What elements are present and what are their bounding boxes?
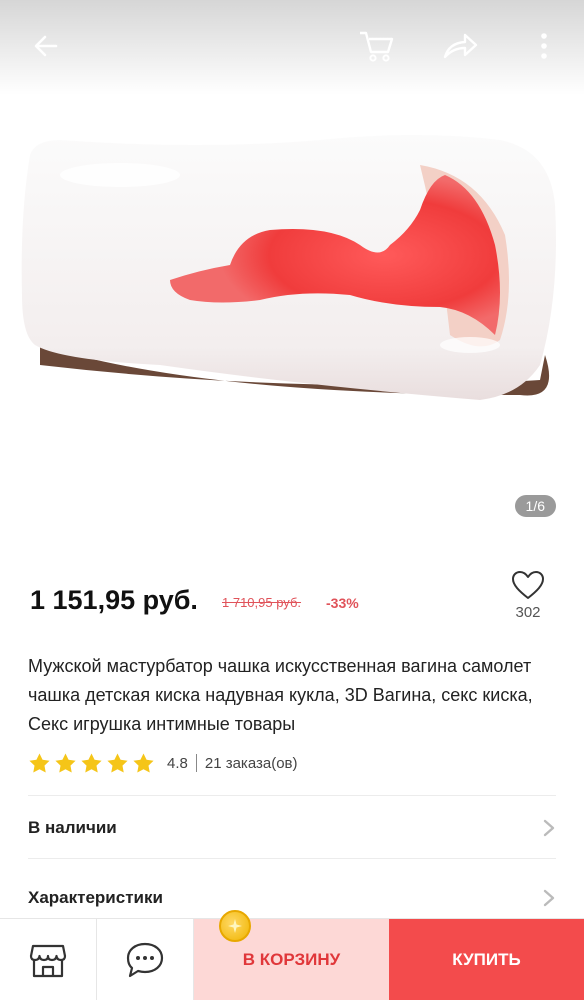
rating-row[interactable]: 4.8 21 заказа(ов) xyxy=(28,750,298,776)
back-button[interactable] xyxy=(22,22,70,70)
divider xyxy=(28,795,556,796)
star-icon xyxy=(133,752,154,773)
price-row: 1 151,95 руб. 1 710,95 руб. -33% 302 xyxy=(30,571,564,635)
star-icon xyxy=(107,752,128,773)
old-price: 1 710,95 руб. xyxy=(222,595,302,610)
store-icon xyxy=(29,944,67,978)
favorite-button[interactable]: 302 xyxy=(498,570,558,621)
orders-count: 21 заказа(ов) xyxy=(204,754,298,772)
more-vertical-icon xyxy=(541,33,547,59)
bottom-action-bar: В КОРЗИНУ КУПИТЬ xyxy=(0,918,584,1000)
product-gallery[interactable]: 1/6 xyxy=(0,0,584,555)
image-counter: 1/6 xyxy=(514,495,556,517)
product-title: Мужской мастурбатор чашка искусственная … xyxy=(28,656,533,734)
star-icon xyxy=(29,752,50,773)
top-bar xyxy=(0,0,584,92)
sparkle-icon xyxy=(228,919,242,933)
star-icon xyxy=(81,752,102,773)
product-image xyxy=(21,135,556,400)
share-icon xyxy=(443,33,478,59)
star-rating xyxy=(28,752,155,775)
discount-badge: -33% xyxy=(326,595,359,611)
characteristics-label: Характеристики xyxy=(28,888,163,907)
buy-now-button[interactable]: КУПИТЬ xyxy=(389,919,584,1000)
store-button[interactable] xyxy=(0,919,97,1000)
availability-label: В наличии xyxy=(28,818,117,837)
favorites-count: 302 xyxy=(515,604,541,621)
share-button[interactable] xyxy=(436,22,484,70)
chevron-right-icon xyxy=(543,819,555,837)
coin-icon[interactable] xyxy=(219,910,251,942)
chevron-right-icon xyxy=(543,889,555,907)
chat-icon xyxy=(126,942,164,978)
arrow-left-icon xyxy=(34,35,58,57)
cart-button[interactable] xyxy=(352,22,400,70)
cart-icon xyxy=(360,31,394,62)
current-price: 1 151,95 руб. xyxy=(30,585,198,615)
heart-icon xyxy=(512,571,544,599)
star-icon xyxy=(55,752,76,773)
rating-value: 4.8 xyxy=(167,754,188,772)
divider xyxy=(195,754,197,772)
chat-button[interactable] xyxy=(97,919,194,1000)
more-button[interactable] xyxy=(520,22,568,70)
divider xyxy=(28,858,556,859)
availability-row[interactable]: В наличии xyxy=(28,798,556,858)
